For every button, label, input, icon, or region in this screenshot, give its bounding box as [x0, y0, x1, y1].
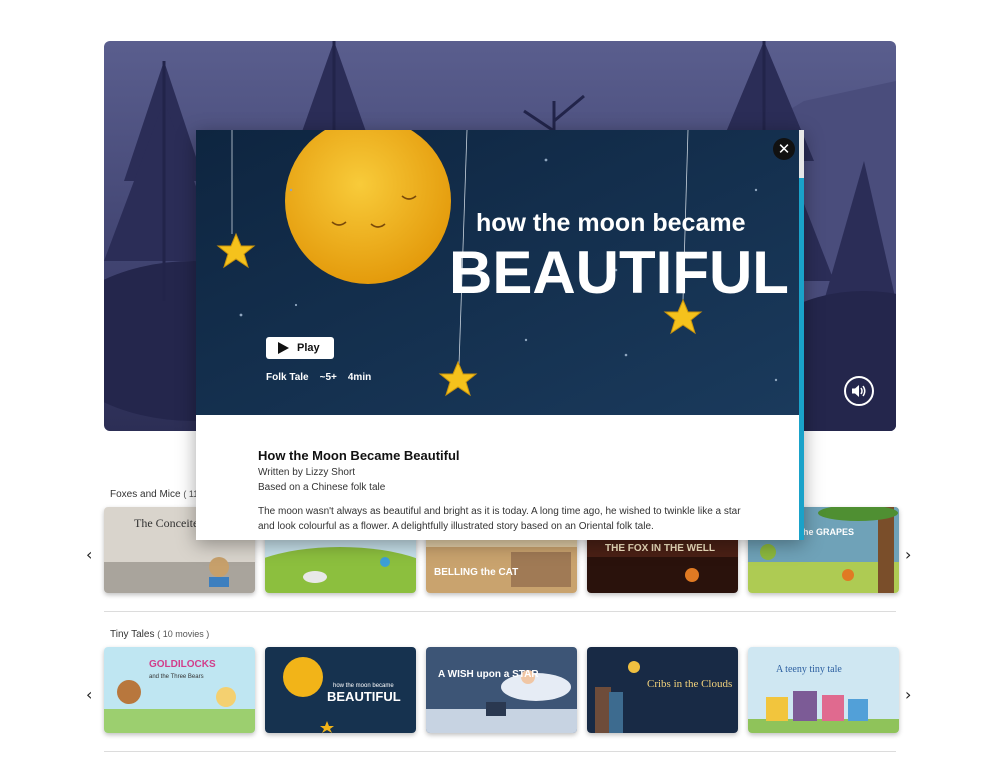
row-count: ( 10 movies )	[157, 629, 210, 639]
card-title-text: BEAUTIFUL	[327, 689, 401, 704]
movie-title: How the Moon Became Beautiful	[258, 448, 460, 463]
page: Foxes and Mice ( 11 movies ) ‹ › The Con…	[0, 0, 1000, 769]
card-thumbnail: how the moon became BEAUTIFUL	[265, 647, 416, 733]
speaker-icon	[852, 385, 866, 397]
genre-label: Folk Tale	[266, 372, 309, 383]
card-thumbnail: A teeny tiny tale	[748, 647, 899, 733]
row-tiny-tales: GOLDILOCKS and the Three Bears how the m…	[104, 647, 899, 733]
play-icon	[278, 342, 289, 354]
duration-label: 4min	[347, 372, 372, 383]
row-divider	[104, 611, 896, 612]
card-thumbnail: A WISH upon a STAR	[426, 647, 577, 733]
movie-description: The moon wasn't always as beautiful and …	[258, 506, 741, 532]
row2-prev-arrow[interactable]: ‹	[86, 685, 92, 704]
row1-prev-arrow[interactable]: ‹	[86, 545, 92, 564]
play-button[interactable]: Play	[266, 337, 334, 359]
row-title-text: Tiny Tales	[110, 629, 155, 640]
movie-card-a-wish-upon-a-star[interactable]: A WISH upon a STAR	[426, 647, 577, 733]
row2-next-arrow[interactable]: ›	[905, 685, 911, 704]
scrollbar-thumb[interactable]	[799, 178, 804, 540]
card-thumbnail: GOLDILOCKS and the Three Bears	[104, 647, 255, 733]
banner-line2-text: BEAUTIFUL	[449, 239, 789, 306]
card-title-text: Cribs in the Clouds	[647, 678, 732, 690]
row-divider	[104, 751, 896, 752]
age-label: ~5+	[319, 372, 337, 383]
sound-toggle-button[interactable]	[844, 376, 874, 406]
based-on: Based on a Chinese folk tale	[258, 482, 386, 493]
card-title-text: A WISH upon a STAR	[438, 669, 539, 680]
card-title-text: THE FOX IN THE WELL	[605, 543, 715, 554]
movie-card-a-teeny-tiny-tale[interactable]: A teeny tiny tale	[748, 647, 899, 733]
card-subtitle-text: and the Three Bears	[149, 674, 204, 680]
modal-body: How the Moon Became Beautiful Written by…	[258, 448, 748, 534]
close-icon[interactable]: ✕	[773, 138, 795, 160]
card-title-text: the GRAPES	[800, 527, 854, 537]
card-thumbnail: Cribs in the Clouds	[587, 647, 738, 733]
card-title-text: A teeny tiny tale	[776, 664, 842, 675]
movie-card-how-the-moon-became-beautiful[interactable]: how the moon became BEAUTIFUL	[265, 647, 416, 733]
movie-card-cribs-in-the-clouds[interactable]: Cribs in the Clouds	[587, 647, 738, 733]
scrollbar-track	[799, 130, 804, 178]
play-label: Play	[297, 342, 320, 354]
movie-meta: Folk Tale ~5+ 4min	[266, 372, 371, 383]
card-title-text: GOLDILOCKS	[149, 659, 216, 670]
card-title-text: BELLING the CAT	[434, 567, 518, 578]
row-title-tiny-tales: Tiny Tales ( 10 movies )	[110, 629, 209, 640]
modal-banner: how the moon became BEAUTIFUL Play Folk …	[196, 130, 800, 415]
row-title-text: Foxes and Mice	[110, 489, 181, 500]
movie-card-goldilocks[interactable]: GOLDILOCKS and the Three Bears	[104, 647, 255, 733]
movie-detail-modal: how the moon became BEAUTIFUL Play Folk …	[196, 130, 804, 540]
row1-next-arrow[interactable]: ›	[905, 545, 911, 564]
written-by: Written by Lizzy Short	[258, 467, 356, 478]
banner-line1-text: how the moon became	[476, 209, 746, 237]
